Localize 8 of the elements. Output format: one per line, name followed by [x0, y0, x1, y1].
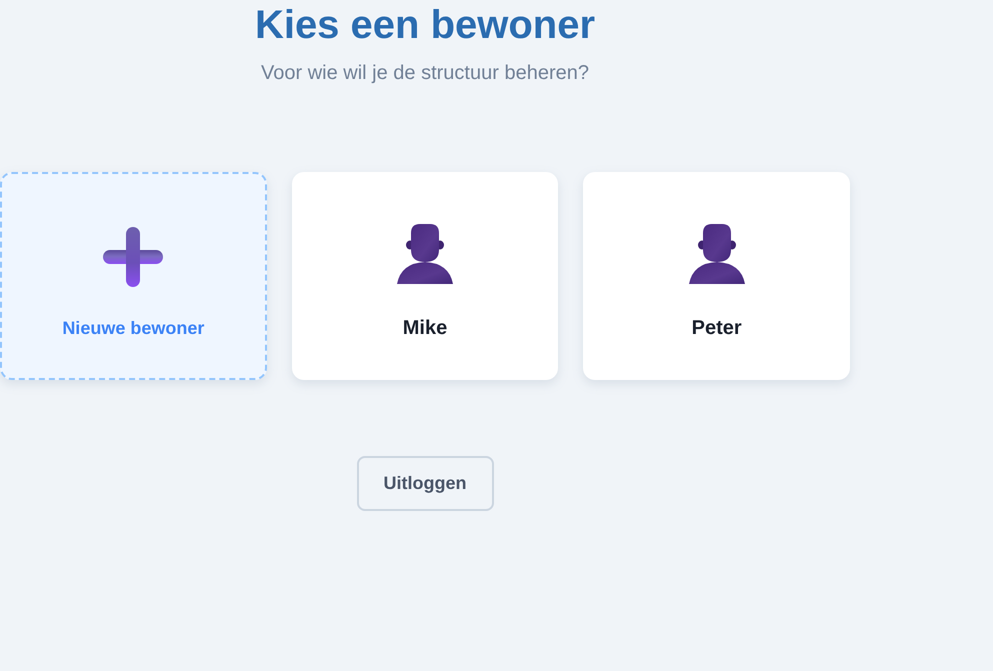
plus-icon — [103, 227, 164, 287]
page-title: Kies een bewoner — [254, 2, 596, 49]
logout-button[interactable]: Uitloggen — [356, 456, 494, 511]
resident-card[interactable]: Peter — [583, 172, 850, 380]
person-silhouette-icon — [688, 224, 745, 284]
person-silhouette-icon — [396, 224, 453, 284]
resident-card[interactable]: Mike — [292, 172, 558, 380]
page-subtitle: Voor wie wil je de structuur beheren? — [261, 61, 589, 85]
